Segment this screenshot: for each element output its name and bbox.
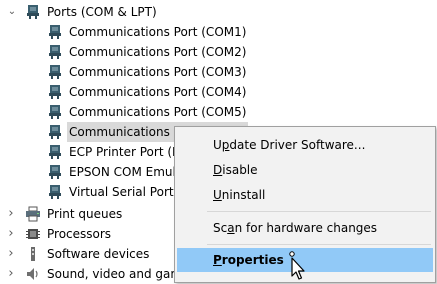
menu-item-scan-hardware[interactable]: Scan for hardware changes xyxy=(177,216,433,240)
port-connector-icon xyxy=(47,64,63,80)
port-connector-icon xyxy=(47,144,63,160)
port-connector-icon xyxy=(25,4,41,20)
chevron-down-icon[interactable]: ⌄ xyxy=(7,2,17,22)
menu-item-uninstall[interactable]: Uninstall xyxy=(177,183,433,207)
menu-item-disable[interactable]: Disable xyxy=(177,158,433,182)
port-connector-icon xyxy=(47,24,63,40)
menu-item-access-key: D xyxy=(213,163,223,177)
chevron-right-icon[interactable]: › xyxy=(6,224,16,244)
tree-item-port[interactable]: Communications Port (COM4) xyxy=(0,82,437,102)
speaker-icon xyxy=(25,266,41,282)
menu-item-label-post: n for hardware changes xyxy=(234,221,378,235)
tree-category-ports[interactable]: ⌄ Ports (COM & LPT) xyxy=(0,2,437,22)
context-menu: Update Driver Software... Disable Uninst… xyxy=(174,126,436,283)
software-device-icon xyxy=(25,246,41,262)
port-connector-icon xyxy=(47,84,63,100)
tree-item-port[interactable]: Communications Port (COM5) xyxy=(0,102,437,122)
menu-item-label-post: isable xyxy=(222,163,258,177)
tree-category-label: Software devices xyxy=(47,247,150,261)
chevron-right-icon[interactable]: › xyxy=(6,204,16,224)
menu-separator xyxy=(207,211,431,212)
tree-item-label: Communications Port (COM2) xyxy=(69,45,247,59)
port-connector-icon xyxy=(47,124,63,140)
menu-item-label-pre: Sc xyxy=(213,221,228,235)
tree-item-port[interactable]: Communications Port (COM2) xyxy=(0,42,437,62)
tree-item-label: Communications Port (COM3) xyxy=(69,65,247,79)
tree-item-port[interactable]: Communications Port (COM3) xyxy=(0,62,437,82)
port-connector-icon xyxy=(47,104,63,120)
menu-item-label-post: roperties xyxy=(221,253,284,267)
menu-item-update-driver[interactable]: Update Driver Software... xyxy=(177,133,433,157)
tree-item-label: Communications Port (COM5) xyxy=(69,105,247,119)
menu-item-access-key: a xyxy=(227,221,235,235)
port-connector-icon xyxy=(47,164,63,180)
chevron-right-icon[interactable]: › xyxy=(6,264,16,284)
tree-item-port[interactable]: Communications Port (COM1) xyxy=(0,22,437,42)
tree-item-label: Communications Port (COM1) xyxy=(69,25,247,39)
mouse-pointer-icon xyxy=(283,250,305,280)
menu-item-label-post: date Driver Software... xyxy=(229,138,366,152)
tree-category-label: Processors xyxy=(47,227,112,241)
port-connector-icon xyxy=(47,184,63,200)
menu-item-label-pre: U xyxy=(213,138,222,152)
tree-category-label: Print queues xyxy=(47,207,123,221)
menu-item-access-key: P xyxy=(213,253,222,267)
processor-icon xyxy=(25,226,41,242)
menu-separator xyxy=(207,244,431,245)
chevron-right-icon[interactable]: › xyxy=(6,244,16,264)
tree-category-label: Ports (COM & LPT) xyxy=(47,5,157,19)
menu-item-access-key: U xyxy=(213,188,222,202)
port-connector-icon xyxy=(47,44,63,60)
tree-item-label: Communications Port (COM4) xyxy=(69,85,247,99)
menu-item-properties[interactable]: Properties xyxy=(177,248,433,272)
printer-icon xyxy=(25,206,41,222)
menu-item-label-post: ninstall xyxy=(221,188,266,202)
